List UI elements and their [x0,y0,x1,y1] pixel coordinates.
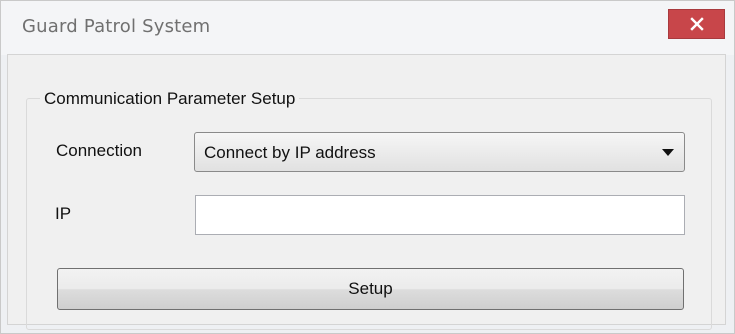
close-icon [689,17,704,31]
connection-selected-value: Connect by IP address [204,143,376,162]
window-title: Guard Patrol System [22,16,211,37]
connection-dropdown[interactable]: Connect by IP address [194,132,685,172]
chevron-down-icon [662,149,674,156]
groupbox-label: Communication Parameter Setup [40,89,300,109]
setup-button[interactable]: Setup [57,268,684,310]
connection-label: Connection [56,141,143,160]
close-button[interactable] [668,9,725,39]
ip-input[interactable] [195,195,685,235]
title-bar[interactable]: Guard Patrol System [1,1,734,55]
ip-label: IP [55,204,72,223]
